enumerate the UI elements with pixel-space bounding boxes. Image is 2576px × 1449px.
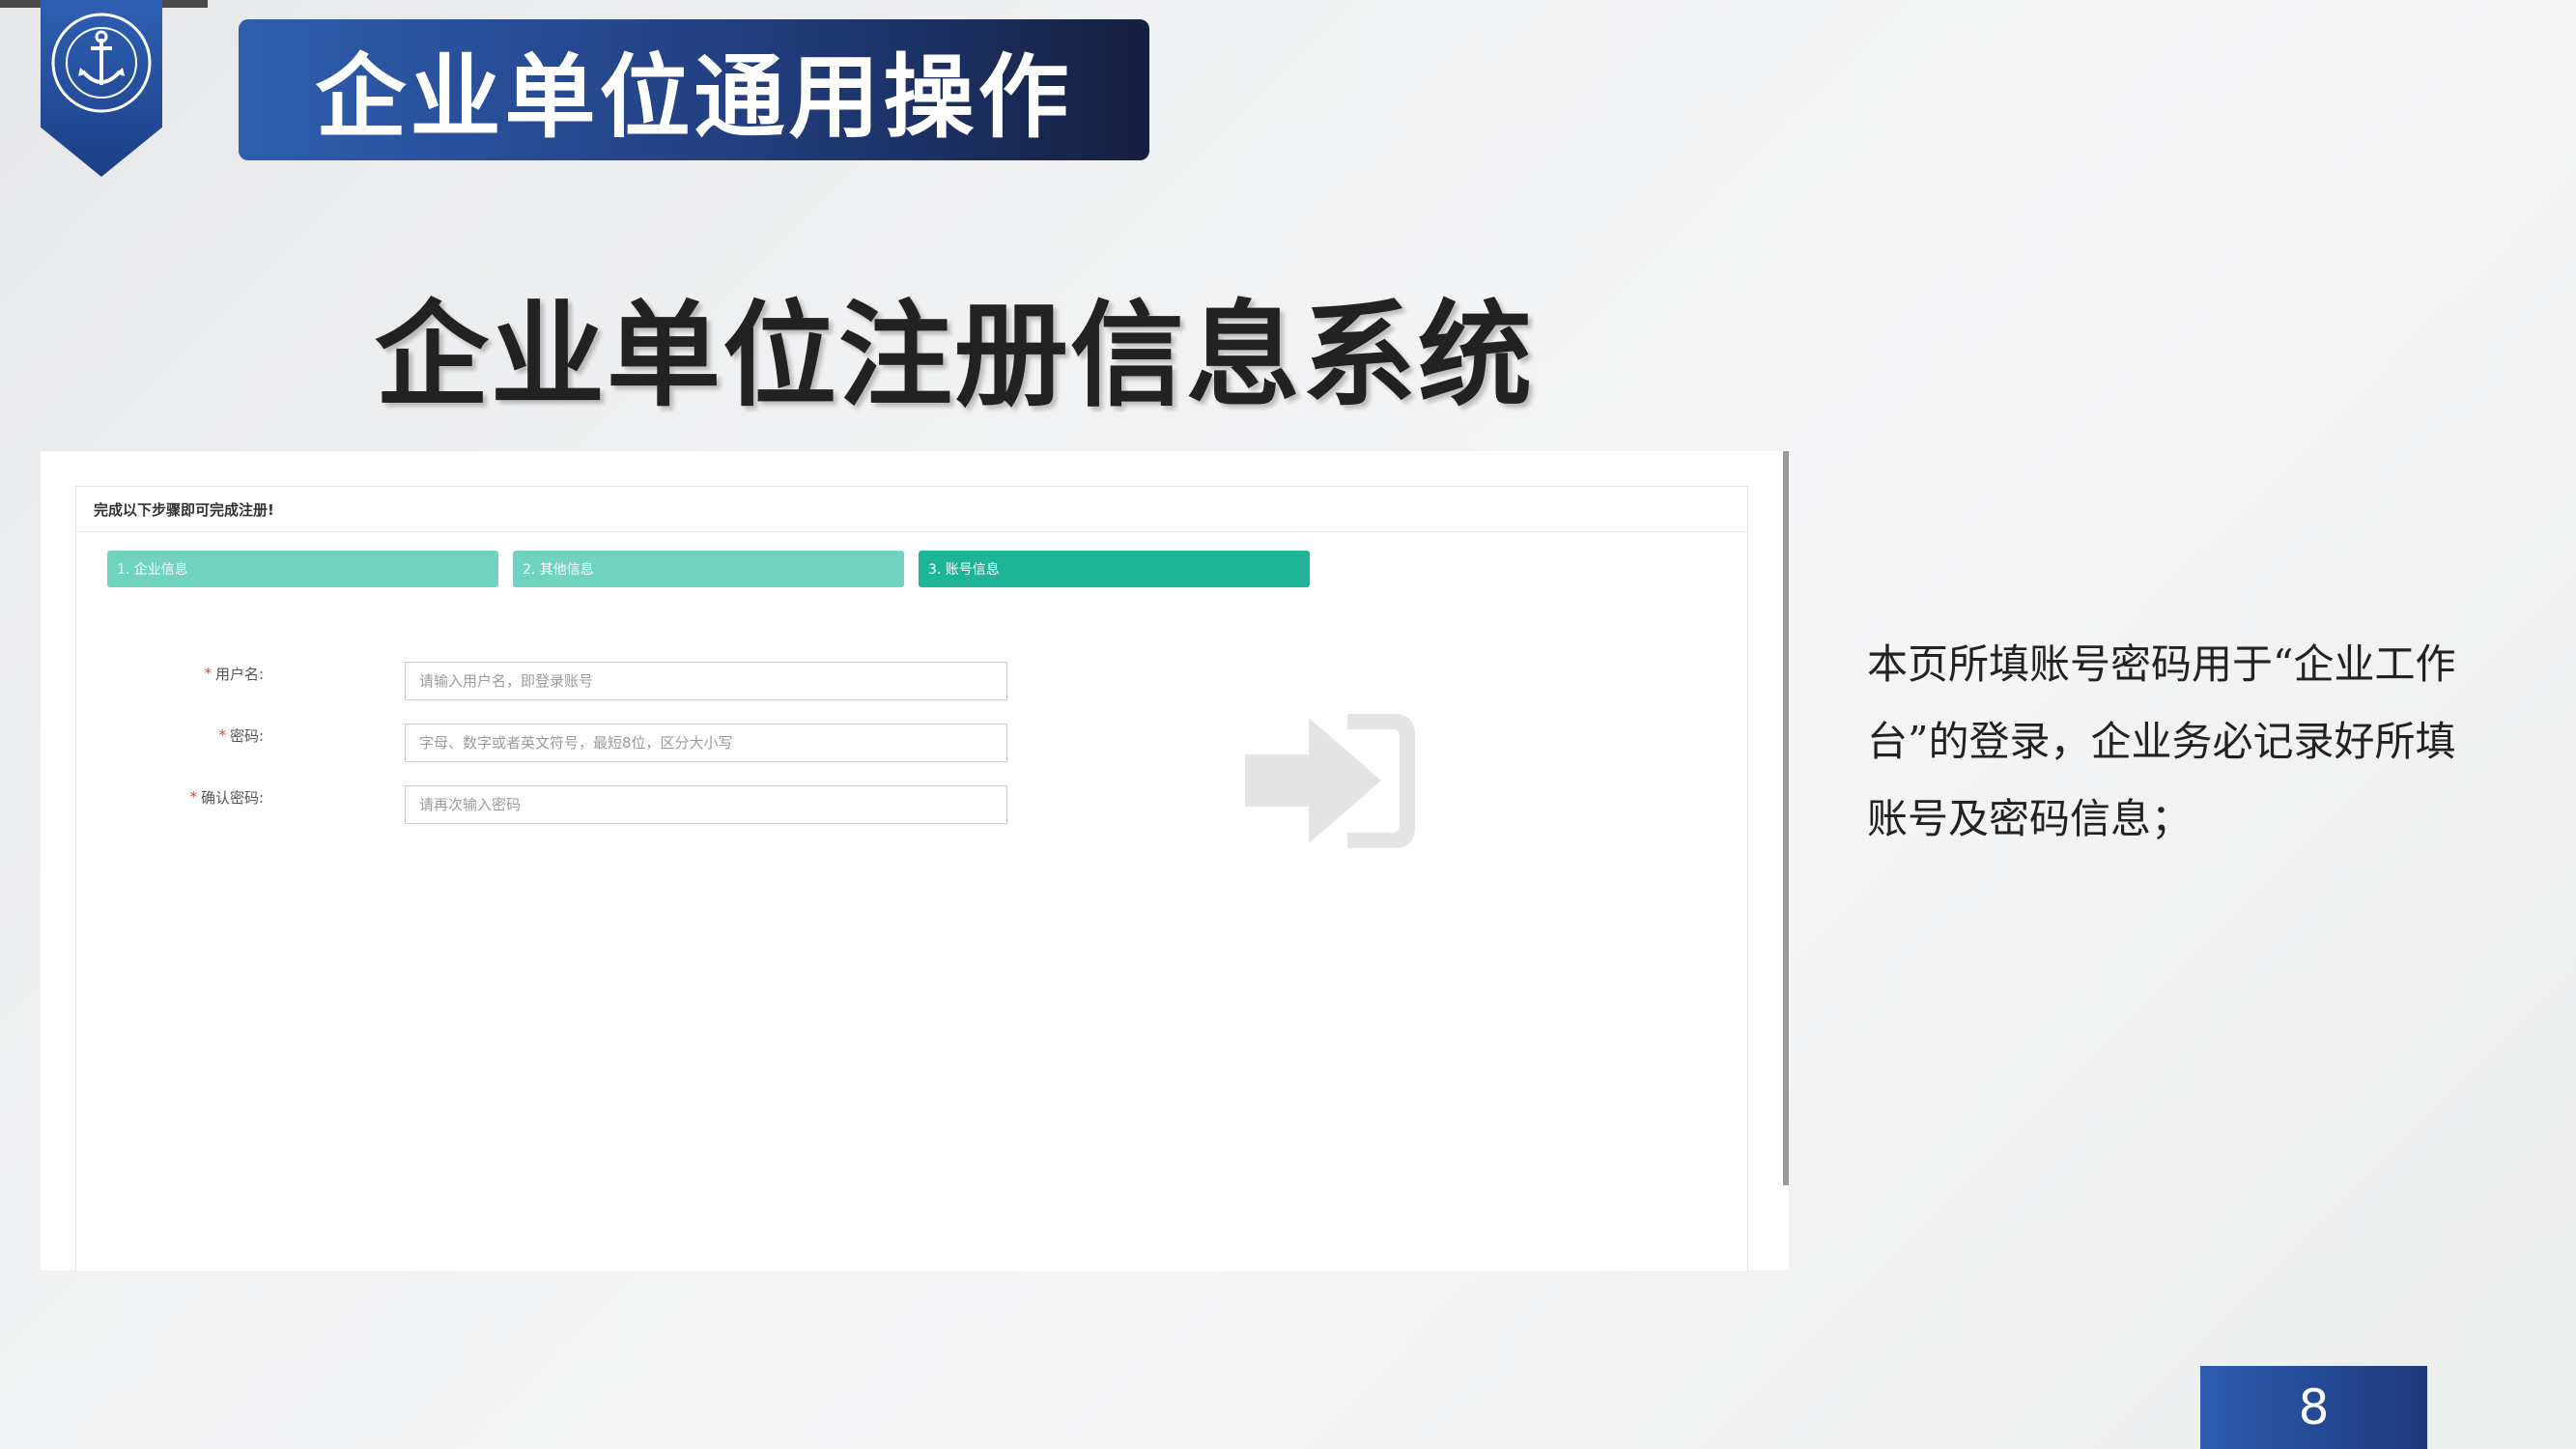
confirm-password-input[interactable] <box>405 785 1007 824</box>
scrollbar[interactable] <box>1783 451 1789 1185</box>
password-label-text: 密码: <box>229 726 264 745</box>
confirm-password-label-text: 确认密码: <box>200 788 264 807</box>
step-other-info[interactable]: 2. 其他信息 <box>513 551 904 587</box>
registration-panel: 完成以下步骤即可完成注册! 1. 企业信息 2. 其他信息 3. 账号信息 * … <box>75 486 1748 1271</box>
step-tabs: 1. 企业信息 2. 其他信息 3. 账号信息 <box>107 551 1310 587</box>
password-row: * 密码: <box>76 724 1042 762</box>
main-heading: 企业单位注册信息系统 <box>375 288 1535 422</box>
required-mark: * <box>189 788 197 806</box>
step-account-info[interactable]: 3. 账号信息 <box>919 551 1310 587</box>
step-company-info[interactable]: 1. 企业信息 <box>107 551 498 587</box>
sign-in-icon <box>1245 714 1415 848</box>
required-mark: * <box>204 665 212 682</box>
password-input[interactable] <box>405 724 1007 762</box>
username-input[interactable] <box>405 662 1007 700</box>
username-label-text: 用户名: <box>214 665 264 683</box>
side-note: 本页所填账号密码用于“企业工作台”的登录，企业务必记录好所填账号及密码信息； <box>1867 640 2456 842</box>
confirm-password-row: * 确认密码: <box>76 785 1042 824</box>
anchor-emblem-icon <box>51 13 152 113</box>
required-mark: * <box>218 726 226 744</box>
username-row: * 用户名: <box>76 662 1042 700</box>
username-label: * 用户名: <box>204 662 264 685</box>
password-label: * 密码: <box>218 724 264 747</box>
page-number: 8 <box>2200 1366 2427 1449</box>
banner-title: 企业单位通用操作 <box>315 45 1073 151</box>
logo-badge <box>41 0 162 177</box>
confirm-password-label: * 确认密码: <box>189 785 264 809</box>
panel-header: 完成以下步骤即可完成注册! <box>76 487 1747 532</box>
registration-screenshot: 完成以下步骤即可完成注册! 1. 企业信息 2. 其他信息 3. 账号信息 * … <box>41 451 1789 1271</box>
section-banner: 企业单位通用操作 <box>239 19 1149 160</box>
